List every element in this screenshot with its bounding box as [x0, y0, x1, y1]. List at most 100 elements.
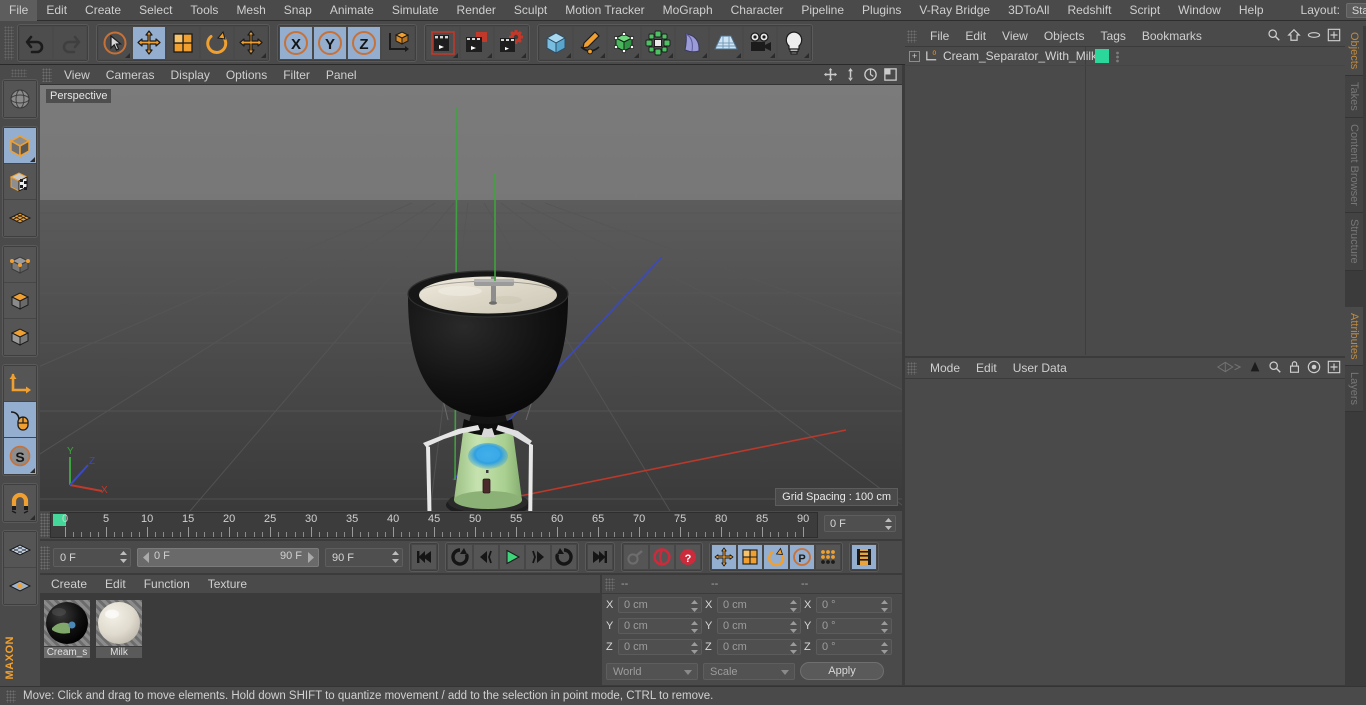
object-menu-edit[interactable]: Edit: [957, 26, 994, 47]
spinner-icon[interactable]: [392, 550, 399, 563]
menu-item-sculpt[interactable]: Sculpt: [505, 0, 556, 21]
plus-box-icon[interactable]: [1327, 28, 1341, 45]
lock-z-axis-button[interactable]: Z: [347, 25, 381, 60]
rotate-view-icon[interactable]: [863, 67, 878, 85]
attribute-manager-grip[interactable]: [907, 361, 917, 375]
menu-item-mesh[interactable]: Mesh: [227, 0, 274, 21]
spinner-icon[interactable]: [691, 642, 698, 654]
menu-item-redshift[interactable]: Redshift: [1058, 0, 1120, 21]
menu-item-motion-tracker[interactable]: Motion Tracker: [556, 0, 653, 21]
size-z-input[interactable]: 0 cm: [717, 639, 801, 655]
spinner-icon[interactable]: [790, 600, 797, 612]
tab-layers[interactable]: Layers: [1345, 366, 1363, 413]
lock-icon[interactable]: [1288, 360, 1301, 377]
size-y-input[interactable]: 0 cm: [717, 618, 801, 634]
rotation-p-input[interactable]: 0 °: [816, 618, 892, 634]
floor-environment-button[interactable]: [709, 25, 743, 60]
scale-tool-button[interactable]: [166, 25, 200, 60]
spinner-icon[interactable]: [691, 621, 698, 633]
coordinate-system-dropdown[interactable]: World: [606, 662, 698, 680]
viewport-menu-cameras[interactable]: Cameras: [98, 65, 163, 85]
workplane-icon[interactable]: S: [4, 438, 36, 474]
position-y-input[interactable]: 0 cm: [618, 618, 702, 634]
previous-key-button[interactable]: [447, 544, 473, 570]
object-menu-file[interactable]: File: [922, 26, 957, 47]
step-forward-button[interactable]: [525, 544, 551, 570]
menu-item-tools[interactable]: Tools: [181, 0, 227, 21]
texture-mode-icon[interactable]: [4, 164, 36, 200]
deformer-button[interactable]: [641, 25, 675, 60]
move-tool-button[interactable]: [132, 25, 166, 60]
search-icon[interactable]: [1267, 28, 1281, 45]
axis-modify-icon[interactable]: [4, 366, 36, 402]
material-menu-function[interactable]: Function: [135, 575, 199, 594]
next-key-button[interactable]: [551, 544, 577, 570]
timeline-toggle-button[interactable]: [851, 544, 877, 570]
toolbar-grip[interactable]: [4, 25, 14, 60]
attribute-menu-user-data[interactable]: User Data: [1005, 358, 1075, 379]
uv-polygon-icon[interactable]: [4, 568, 36, 604]
status-bar-grip[interactable]: [6, 689, 16, 703]
range-left-arrow-icon[interactable]: [142, 551, 151, 567]
live-selection-button[interactable]: [98, 25, 132, 60]
edge-mode-icon[interactable]: [4, 283, 36, 319]
primitive-cube-button[interactable]: [539, 25, 573, 60]
spinner-icon[interactable]: [881, 621, 888, 633]
spinner-icon[interactable]: [790, 621, 797, 633]
menu-item-animate[interactable]: Animate: [321, 0, 383, 21]
spinner-icon[interactable]: [881, 642, 888, 654]
go-to-end-button[interactable]: [587, 544, 613, 570]
menu-item-snap[interactable]: Snap: [275, 0, 321, 21]
max-frame-field[interactable]: 90 F: [325, 547, 403, 567]
undo-button[interactable]: [19, 25, 53, 60]
rotation-key-button[interactable]: [763, 544, 789, 570]
coordinates-grip[interactable]: [605, 577, 615, 591]
viewport-menu-panel[interactable]: Panel: [318, 65, 365, 85]
menu-item-select[interactable]: Select: [130, 0, 181, 21]
bend-object-button[interactable]: [675, 25, 709, 60]
playback-grip[interactable]: [40, 546, 50, 570]
home-icon[interactable]: [1287, 28, 1301, 45]
expand-icon[interactable]: +: [909, 50, 920, 62]
menu-item-plugins[interactable]: Plugins: [853, 0, 910, 21]
menu-item-mograph[interactable]: MoGraph: [654, 0, 722, 21]
enable-snapping-icon[interactable]: [4, 402, 36, 438]
menu-item-create[interactable]: Create: [76, 0, 130, 21]
play-button[interactable]: [499, 544, 525, 570]
menu-item-edit[interactable]: Edit: [37, 0, 76, 21]
record-active-objects-button[interactable]: [623, 544, 649, 570]
object-row-cream-separator[interactable]: + 0 Cream_Separator_With_Milk: [905, 47, 1345, 66]
timeline-grip[interactable]: [40, 513, 50, 537]
lock-y-axis-button[interactable]: Y: [313, 25, 347, 60]
menu-item-help[interactable]: Help: [1230, 0, 1273, 21]
size-x-input[interactable]: 0 cm: [717, 597, 801, 613]
menu-item-pipeline[interactable]: Pipeline: [792, 0, 853, 21]
spinner-icon[interactable]: [790, 642, 797, 654]
plus-box-icon[interactable]: [1327, 360, 1341, 377]
tab-attributes[interactable]: Attributes: [1345, 306, 1363, 367]
material-item-milk[interactable]: Milk: [96, 600, 142, 685]
render-view-button[interactable]: [426, 25, 460, 60]
viewport-menu-options[interactable]: Options: [218, 65, 275, 85]
material-menu-texture[interactable]: Texture: [199, 575, 256, 594]
perspective-viewport[interactable]: Perspective Grid Spacing : 100 cm Y X Z: [40, 85, 902, 511]
preview-range-slider[interactable]: 0 F 90 F: [137, 547, 319, 567]
texture-axis-icon[interactable]: [4, 81, 36, 117]
search-icon[interactable]: [1268, 360, 1282, 377]
dolly-icon[interactable]: [843, 67, 858, 85]
menu-item-3dtoall[interactable]: 3DToAll: [999, 0, 1058, 21]
history-icon[interactable]: [1216, 360, 1242, 377]
tab-structure[interactable]: Structure: [1345, 212, 1363, 271]
left-toolbar-grip[interactable]: [10, 69, 27, 77]
camera-button[interactable]: [743, 25, 777, 60]
rotation-h-input[interactable]: 0 °: [816, 597, 892, 613]
menu-item-simulate[interactable]: Simulate: [383, 0, 448, 21]
render-settings-button[interactable]: [494, 25, 528, 60]
maximize-view-icon[interactable]: [883, 67, 898, 85]
menu-item-file[interactable]: File: [0, 0, 38, 21]
pin-arrow-icon[interactable]: [1248, 360, 1262, 377]
attribute-menu-edit[interactable]: Edit: [968, 358, 1005, 379]
pan-icon[interactable]: [823, 67, 838, 85]
timeline-track[interactable]: 0 5 10 15 20 25 30 35 40 45 50 55 60 65 70 75 80 85 90: [50, 512, 818, 538]
world-object-coordinates-button[interactable]: [381, 25, 415, 60]
